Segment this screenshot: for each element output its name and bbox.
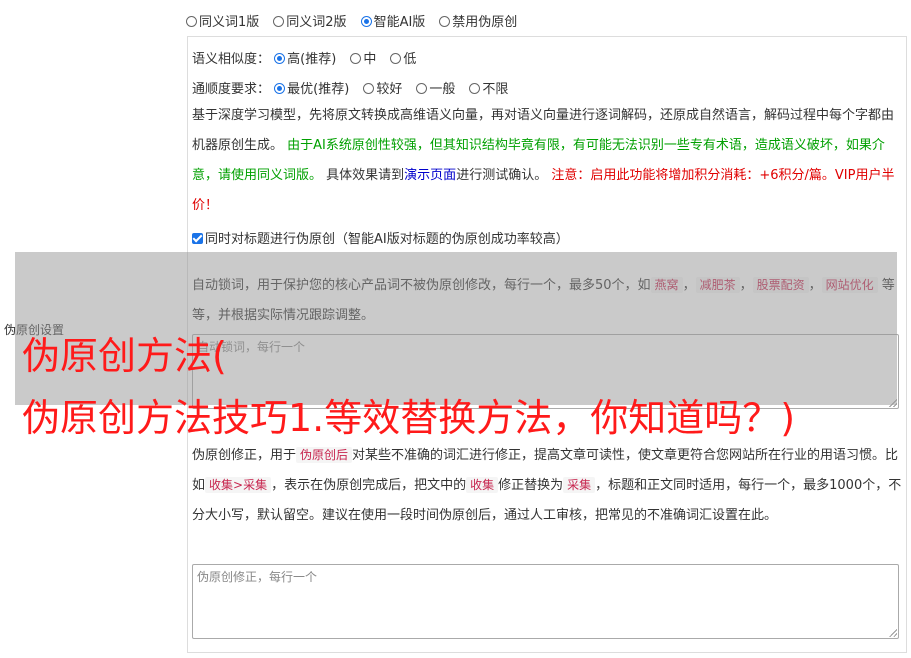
mode-radio-3[interactable]: [360, 16, 372, 27]
title-option-row[interactable]: 同时对标题进行伪原创（智能AI版对标题的伪原创成功率较高）: [192, 228, 569, 247]
similarity-radio-mid[interactable]: [350, 53, 362, 64]
fluency-radio-good[interactable]: [363, 83, 375, 94]
overlay-band: [15, 252, 897, 405]
correction-tag: 收集>采集: [205, 477, 272, 493]
correction-tag: 伪原创后: [296, 447, 353, 463]
fluency-option-any[interactable]: 不限: [469, 78, 508, 97]
correction-input[interactable]: [192, 564, 899, 639]
mode-option-2[interactable]: 同义词2版: [273, 11, 347, 30]
fluency-radio-normal[interactable]: [416, 83, 428, 94]
demo-page-link[interactable]: 演示页面: [404, 168, 456, 183]
mode-option-4[interactable]: 禁用伪原创: [439, 11, 517, 30]
fluency-radio-any[interactable]: [469, 83, 481, 94]
description-effect-suffix: 进行测试确认。: [456, 168, 548, 183]
similarity-radio-high[interactable]: [274, 53, 286, 64]
fluency-label: 通顺度要求：: [192, 82, 271, 97]
headline-line-1: 伪原创方法(: [22, 334, 227, 378]
fluency-option-best[interactable]: 最优(推荐): [274, 78, 349, 97]
headline-line-2: 伪原创方法技巧1.等效替换方法，你知道吗？): [22, 396, 796, 440]
similarity-option-low[interactable]: 低: [390, 48, 416, 67]
similarity-label: 语义相似度：: [192, 52, 271, 67]
mode-option-3[interactable]: 智能AI版: [360, 11, 425, 30]
mode-radio-4[interactable]: [439, 16, 451, 27]
correction-tag: 收集: [466, 477, 499, 493]
correction-tag: 采集: [563, 477, 596, 493]
correction-text: 修正替换为: [498, 478, 564, 493]
fluency-row: 通顺度要求： 最优(推荐) 较好 一般 不限: [192, 78, 522, 97]
fluency-option-good[interactable]: 较好: [363, 78, 402, 97]
description-effect-prefix: 具体效果请到: [326, 168, 405, 183]
mode-radio-2[interactable]: [273, 16, 285, 27]
ai-description: 基于深度学习模型，先将原文转换成高维语义向量，再对语义向量进行逐词解码，还原成自…: [192, 101, 904, 221]
title-checkbox-label: 同时对标题进行伪原创（智能AI版对标题的伪原创成功率较高）: [205, 232, 569, 247]
correction-text: 伪原创修正，用于: [192, 448, 297, 463]
fluency-radio-best[interactable]: [274, 83, 286, 94]
correction-description: 伪原创修正，用于 伪原创后 对某些不准确的词汇进行修正，提高文章可读性，使文章更符合…: [192, 441, 904, 531]
mode-option-1[interactable]: 同义词1版: [186, 11, 259, 30]
similarity-row: 语义相似度： 高(推荐) 中低: [192, 48, 430, 67]
correction-resize-handle[interactable]: [889, 629, 897, 637]
correction-text: ，表示在伪原创完成后，把文中的: [271, 478, 467, 493]
mode-radio-group: 同义词1版 同义词2版 智能AI版 禁用伪原创: [186, 11, 531, 30]
similarity-option-high[interactable]: 高(推荐): [274, 48, 336, 67]
mode-radio-1[interactable]: [186, 16, 197, 27]
similarity-radio-low[interactable]: [390, 53, 402, 64]
title-checkbox[interactable]: [192, 233, 203, 244]
similarity-option-mid[interactable]: 中: [350, 48, 376, 67]
fluency-option-normal[interactable]: 一般: [416, 78, 455, 97]
